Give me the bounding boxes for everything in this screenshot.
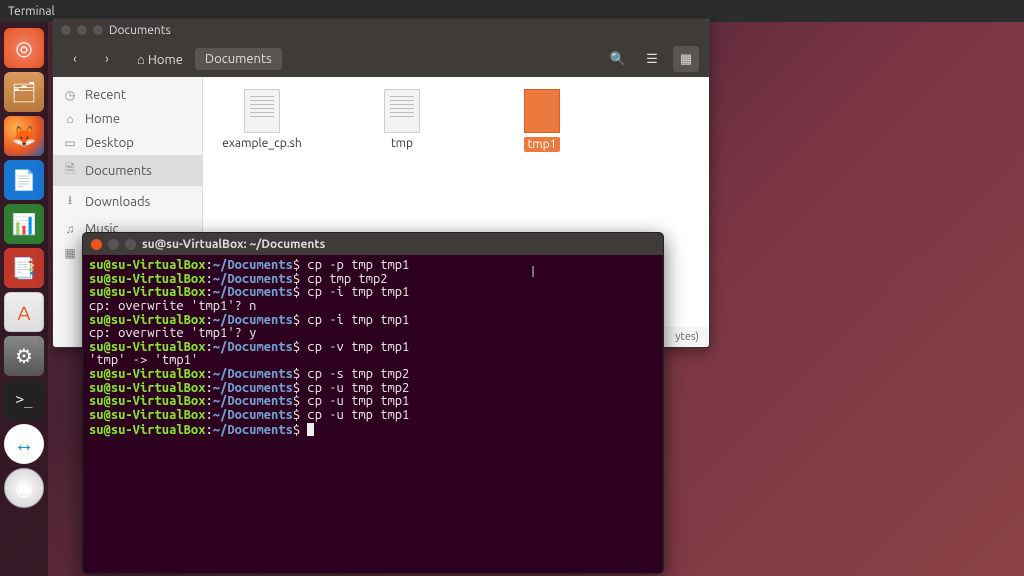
sidebar-item-label: Home xyxy=(85,112,120,126)
path-segment[interactable]: Documents xyxy=(195,48,282,70)
place-icon: ♫ xyxy=(63,222,77,236)
sidebar-item-label: Recent xyxy=(85,88,126,102)
grid-view-icon[interactable]: ▦ xyxy=(673,46,699,72)
minimize-icon[interactable] xyxy=(108,239,119,250)
search-icon[interactable]: 🔍 xyxy=(605,46,631,72)
launcher-firefox[interactable]: 🦊 xyxy=(4,116,44,156)
forward-button[interactable]: › xyxy=(95,47,119,71)
sidebar-item-documents[interactable]: 🗎 Documents xyxy=(53,155,202,186)
sidebar-item-label: Documents xyxy=(85,164,152,178)
close-icon[interactable] xyxy=(91,239,102,250)
terminal-output[interactable]: su@su-VirtualBox:~/Documents$ cp -p tmp … xyxy=(83,255,663,573)
file-item[interactable]: example_cp.sh xyxy=(217,89,307,150)
place-icon: ⭳ xyxy=(63,191,77,212)
sidebar-item-desktop[interactable]: ▭ Desktop xyxy=(53,131,202,155)
file-label: example_cp.sh xyxy=(222,137,301,150)
place-icon: ◷ xyxy=(63,88,77,102)
maximize-icon[interactable] xyxy=(125,239,136,250)
file-item[interactable]: tmp1 xyxy=(497,89,587,152)
place-icon: ⌂ xyxy=(63,112,77,126)
place-icon: ▦ xyxy=(63,246,77,260)
launcher-tv[interactable]: ↔ xyxy=(4,424,44,464)
home-icon: ⌂ xyxy=(137,53,145,67)
launcher-impress[interactable]: 📑 xyxy=(4,248,44,288)
file-label: tmp1 xyxy=(524,137,561,152)
terminal-window: su@su-VirtualBox: ~/Documents su@su-Virt… xyxy=(82,232,664,574)
terminal-titlebar[interactable]: su@su-VirtualBox: ~/Documents xyxy=(83,233,663,255)
window-titlebar[interactable]: Documents xyxy=(53,19,709,41)
sidebar-item-recent[interactable]: ◷ Recent xyxy=(53,83,202,107)
sidebar-item-downloads[interactable]: ⭳ Downloads xyxy=(53,186,202,217)
file-icon xyxy=(244,89,280,133)
launcher-settings[interactable]: ⚙ xyxy=(4,336,44,376)
close-icon[interactable] xyxy=(61,25,71,35)
place-icon: ▭ xyxy=(63,136,77,150)
window-title: Documents xyxy=(109,24,171,37)
sidebar-item-label: Desktop xyxy=(85,136,134,150)
launcher: ◎🗂🦊📄📊📑A⚙>_↔◉ xyxy=(0,22,48,576)
launcher-calc[interactable]: 📊 xyxy=(4,204,44,244)
active-app-title: Terminal xyxy=(8,5,55,18)
file-label: tmp xyxy=(391,137,413,150)
path-bar: ⌂ HomeDocuments xyxy=(127,48,282,71)
launcher-disc[interactable]: ◉ xyxy=(4,468,44,508)
back-button[interactable]: ‹ xyxy=(63,47,87,71)
launcher-files[interactable]: 🗂 xyxy=(4,72,44,112)
launcher-term[interactable]: >_ xyxy=(4,380,44,420)
list-view-icon[interactable]: ☰ xyxy=(639,46,665,72)
place-icon: 🗎 xyxy=(63,160,77,181)
maximize-icon[interactable] xyxy=(93,25,103,35)
file-icon xyxy=(384,89,420,133)
file-icon xyxy=(524,89,560,133)
launcher-dash[interactable]: ◎ xyxy=(4,28,44,68)
path-segment[interactable]: ⌂ Home xyxy=(127,48,193,71)
launcher-writer[interactable]: 📄 xyxy=(4,160,44,200)
status-bar: ytes) xyxy=(665,327,709,347)
terminal-title: su@su-VirtualBox: ~/Documents xyxy=(142,238,325,251)
minimize-icon[interactable] xyxy=(77,25,87,35)
file-item[interactable]: tmp xyxy=(357,89,447,150)
files-toolbar: ‹ › ⌂ HomeDocuments 🔍 ☰ ▦ xyxy=(53,41,709,77)
launcher-software[interactable]: A xyxy=(4,292,44,332)
sidebar-item-home[interactable]: ⌂ Home xyxy=(53,107,202,131)
sidebar-item-label: Downloads xyxy=(85,195,150,209)
